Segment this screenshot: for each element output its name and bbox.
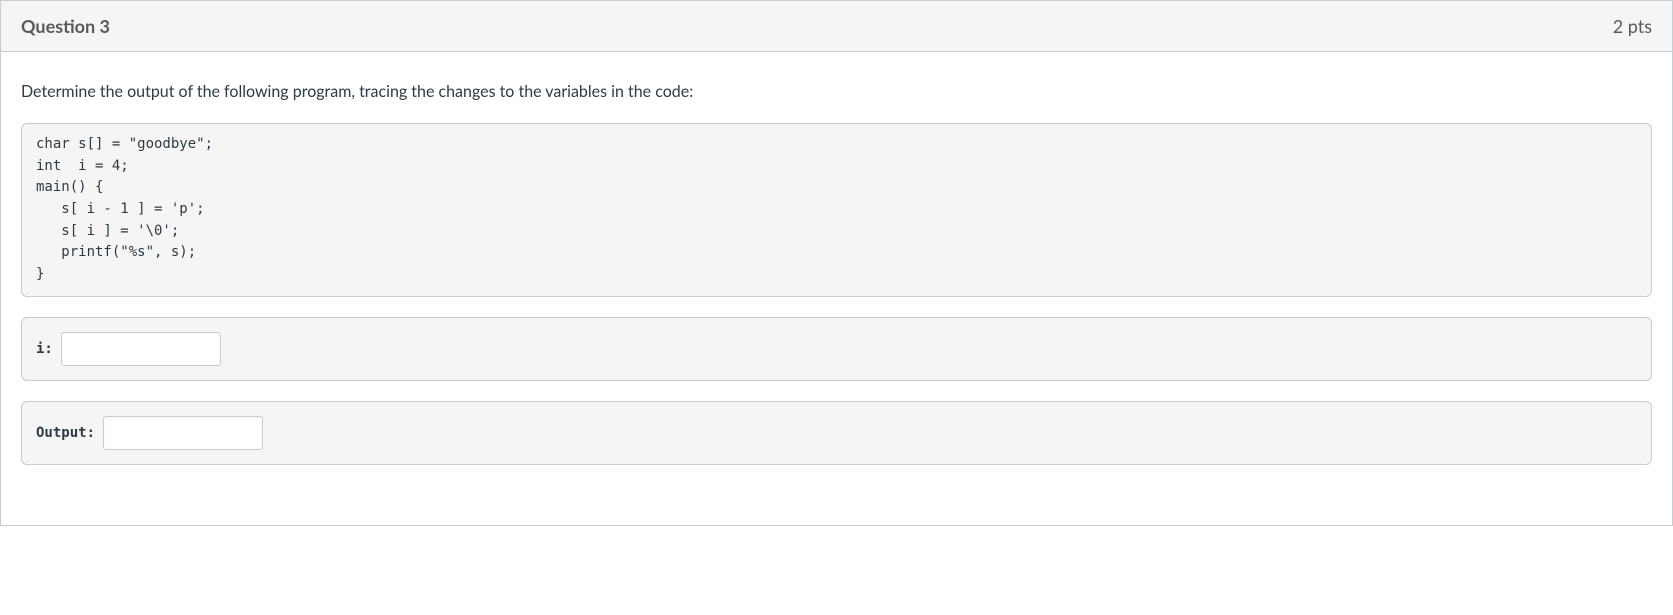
answer-input-output[interactable] [103,416,263,450]
answer-label-output: Output: [36,425,95,441]
answer-input-i[interactable] [61,332,221,366]
question-title: Question 3 [21,15,110,37]
code-block: char s[] = "goodbye"; int i = 4; main() … [21,123,1652,297]
question-card: Question 3 2 pts Determine the output of… [0,0,1673,526]
question-prompt: Determine the output of the following pr… [21,82,1652,101]
answer-block-i: i: [21,317,1652,381]
question-body: Determine the output of the following pr… [1,52,1672,525]
answer-label-i: i: [36,341,53,357]
answer-block-output: Output: [21,401,1652,465]
question-points: 2 pts [1613,15,1652,37]
question-header: Question 3 2 pts [1,1,1672,52]
